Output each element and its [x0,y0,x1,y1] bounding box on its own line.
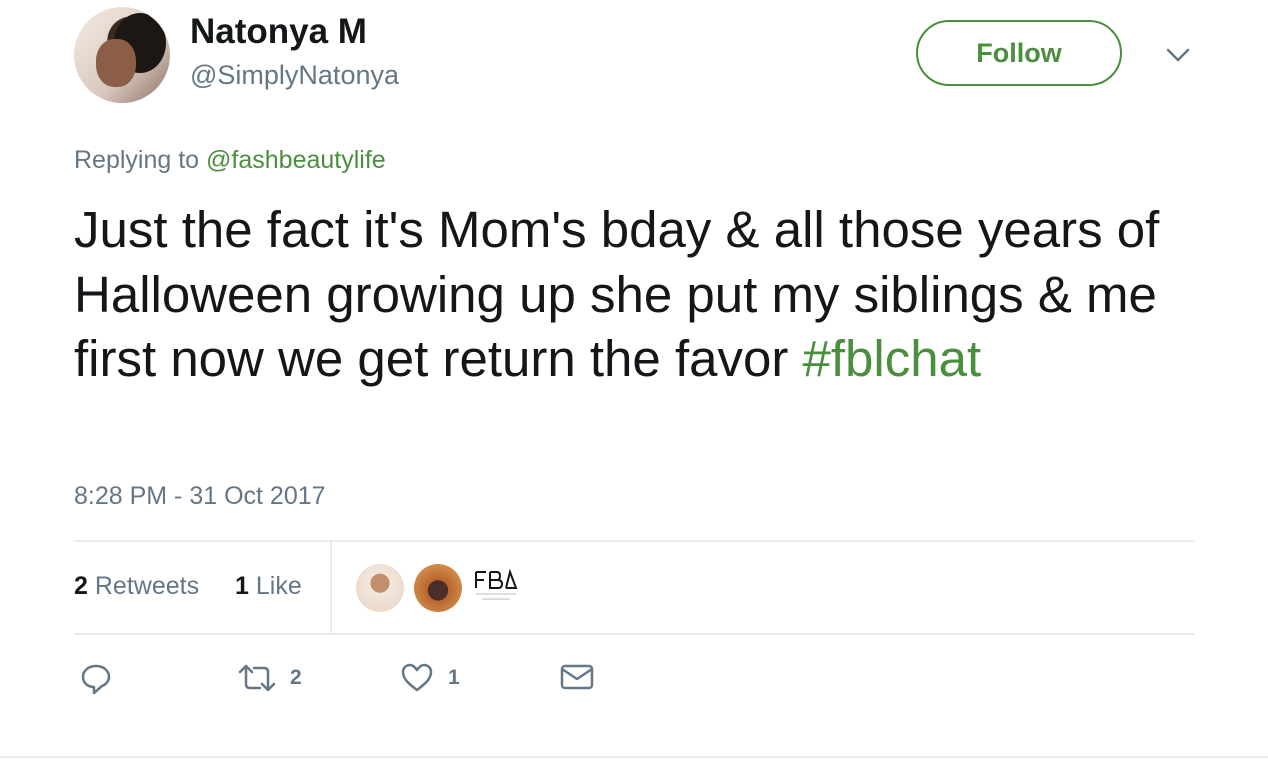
divider-footer [0,756,1268,758]
hashtag-link[interactable]: #fblchat [803,330,982,387]
retweets-stat[interactable]: 2 Retweets [74,572,199,601]
like-count: 1 [448,666,460,689]
user-handle[interactable]: @SimplyNatonya [190,60,399,91]
follow-button[interactable]: Follow [916,20,1122,86]
retweet-icon [238,664,276,692]
tweet-timestamp[interactable]: 8:28 PM - 31 Oct 2017 [74,482,326,511]
user-name[interactable]: Natonya M [190,12,367,52]
replying-prefix: Replying to [74,146,200,174]
fbl-logo-avatar[interactable] [472,566,520,610]
reply-action[interactable] [80,662,112,696]
tweet-text: Just the fact it's Mom's bday & all thos… [74,198,1194,392]
liker-avatar[interactable] [356,564,404,612]
mail-icon [560,664,594,690]
avatar-face [96,39,136,87]
divider-vertical [330,542,332,634]
likes-label: Like [255,572,302,600]
replying-mention[interactable]: @fashbeautylife [206,146,386,174]
retweeter-avatar[interactable] [414,564,462,612]
chevron-down-icon[interactable] [1164,44,1192,66]
divider-top [74,540,1194,542]
retweets-count: 2 [74,572,88,600]
retweet-action[interactable]: 2 [238,662,302,694]
heart-icon [401,663,433,692]
retweets-label: Retweets [94,572,200,600]
likes-count: 1 [235,572,249,600]
direct-message-action[interactable] [560,662,594,692]
likes-stat[interactable]: 1 Like [235,572,302,601]
tweet-body: Just the fact it's Mom's bday & all thos… [74,201,1160,387]
user-avatar[interactable] [74,7,170,103]
replying-to: Replying to @fashbeautylife [74,146,386,175]
reply-icon [81,664,111,695]
like-action[interactable]: 1 [400,662,460,694]
divider-bottom [74,633,1194,635]
retweet-count: 2 [290,666,302,689]
